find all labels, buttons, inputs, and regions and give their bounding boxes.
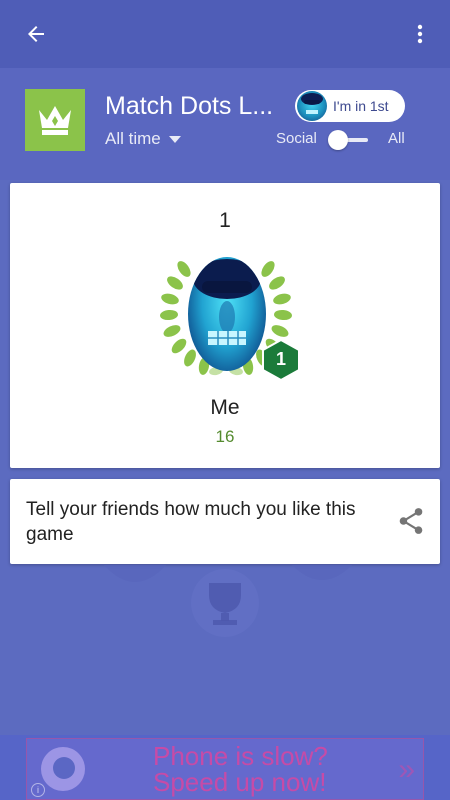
share-icon[interactable] (398, 507, 424, 535)
ad-logo-icon (41, 747, 85, 791)
player-card: 1 1 Me 16 (10, 183, 440, 468)
game-icon (25, 89, 85, 151)
toggle-thumb (328, 130, 348, 150)
ad-banner[interactable]: Phone is slow? Speed up now! » i (26, 738, 424, 800)
ad-info-icon[interactable]: i (31, 783, 45, 797)
my-rank-chip[interactable]: I'm in 1st (295, 90, 405, 122)
crown-icon (39, 106, 71, 135)
share-prompt-text: Tell your friends how much you like this… (26, 499, 356, 545)
ad-chevron-icon: » (398, 753, 415, 786)
ad-headline-2: Speed up now! (153, 767, 327, 797)
social-all-toggle[interactable] (328, 130, 370, 150)
rank-chip-label: I'm in 1st (333, 98, 389, 114)
toggle-label-all: All (388, 130, 405, 147)
arrow-left-icon (28, 26, 44, 42)
avatar-face-icon (301, 93, 323, 114)
avatar (297, 91, 327, 121)
more-vert-icon (417, 24, 423, 44)
background-decoration (104, 565, 352, 637)
back-button[interactable] (18, 16, 54, 52)
time-filter-label: All time (105, 129, 161, 148)
time-filter-dropdown[interactable]: All time (105, 128, 181, 150)
toggle-label-social: Social (276, 130, 317, 147)
dropdown-caret-icon (168, 135, 181, 143)
app-bar (0, 0, 450, 68)
avatar-face-icon (193, 259, 261, 345)
rank-badge-number: 1 (275, 349, 286, 369)
player-score: 16 (215, 427, 235, 446)
laurel-wreath: 1 (158, 255, 300, 383)
player-avatar (188, 257, 266, 371)
player-name: Me (210, 396, 240, 419)
game-title: Match Dots L... (105, 92, 274, 120)
player-rank: 1 (219, 209, 231, 232)
overflow-menu-button[interactable] (402, 16, 438, 52)
share-card[interactable]: Tell your friends how much you like this… (10, 479, 440, 564)
